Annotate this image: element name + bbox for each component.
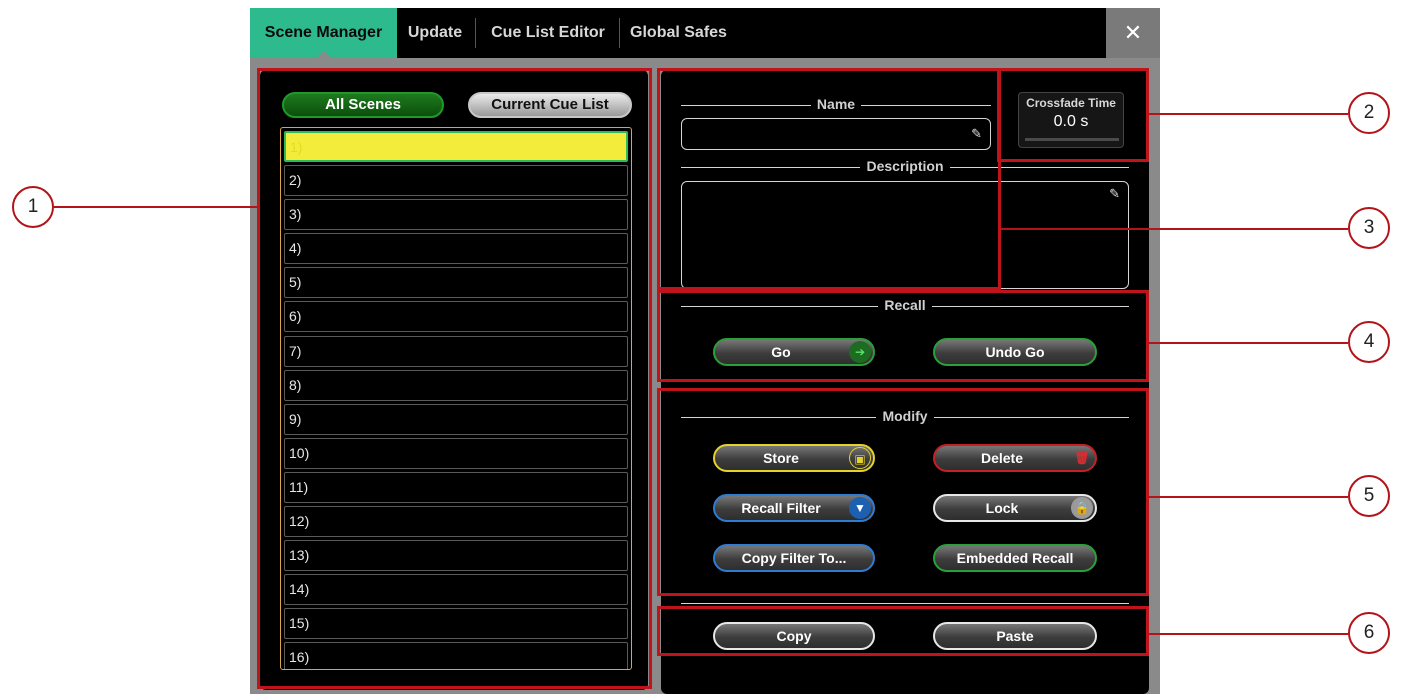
tab-cue-list-editor[interactable]: Cue List Editor [477,8,619,58]
highlight-box-clipboard [657,606,1149,656]
callout-marker-1: 1 [12,186,54,228]
close-button[interactable]: ✕ [1106,8,1160,58]
tab-global-safes[interactable]: Global Safes [621,8,736,58]
highlight-box-modify [657,388,1149,596]
callout-line [1149,633,1348,635]
pencil-icon[interactable]: ✎ [1109,186,1120,202]
callout-marker-4: 4 [1348,321,1390,363]
callout-marker-6: 6 [1348,612,1390,654]
callout-marker-2: 2 [1348,92,1390,134]
tab-separator [475,18,476,48]
callout-marker-3: 3 [1348,207,1390,249]
highlight-box-name-description [657,68,1001,290]
tab-separator [619,18,620,48]
highlight-box-scene-list [257,68,652,689]
divider-line [681,603,1129,604]
highlight-box-recall [657,290,1149,382]
callout-line [54,206,258,208]
callout-line [1149,496,1348,498]
tab-update[interactable]: Update [397,8,473,58]
active-tab-pointer [316,51,332,59]
highlight-box-crossfade [997,68,1149,162]
callout-line [1001,228,1348,230]
callout-marker-5: 5 [1348,475,1390,517]
callout-line [1149,342,1348,344]
tab-bar: Scene Manager Update Cue List Editor Glo… [250,8,1160,59]
screenshot-stage: Scene Manager Update Cue List Editor Glo… [0,0,1407,694]
callout-line [1149,113,1348,115]
